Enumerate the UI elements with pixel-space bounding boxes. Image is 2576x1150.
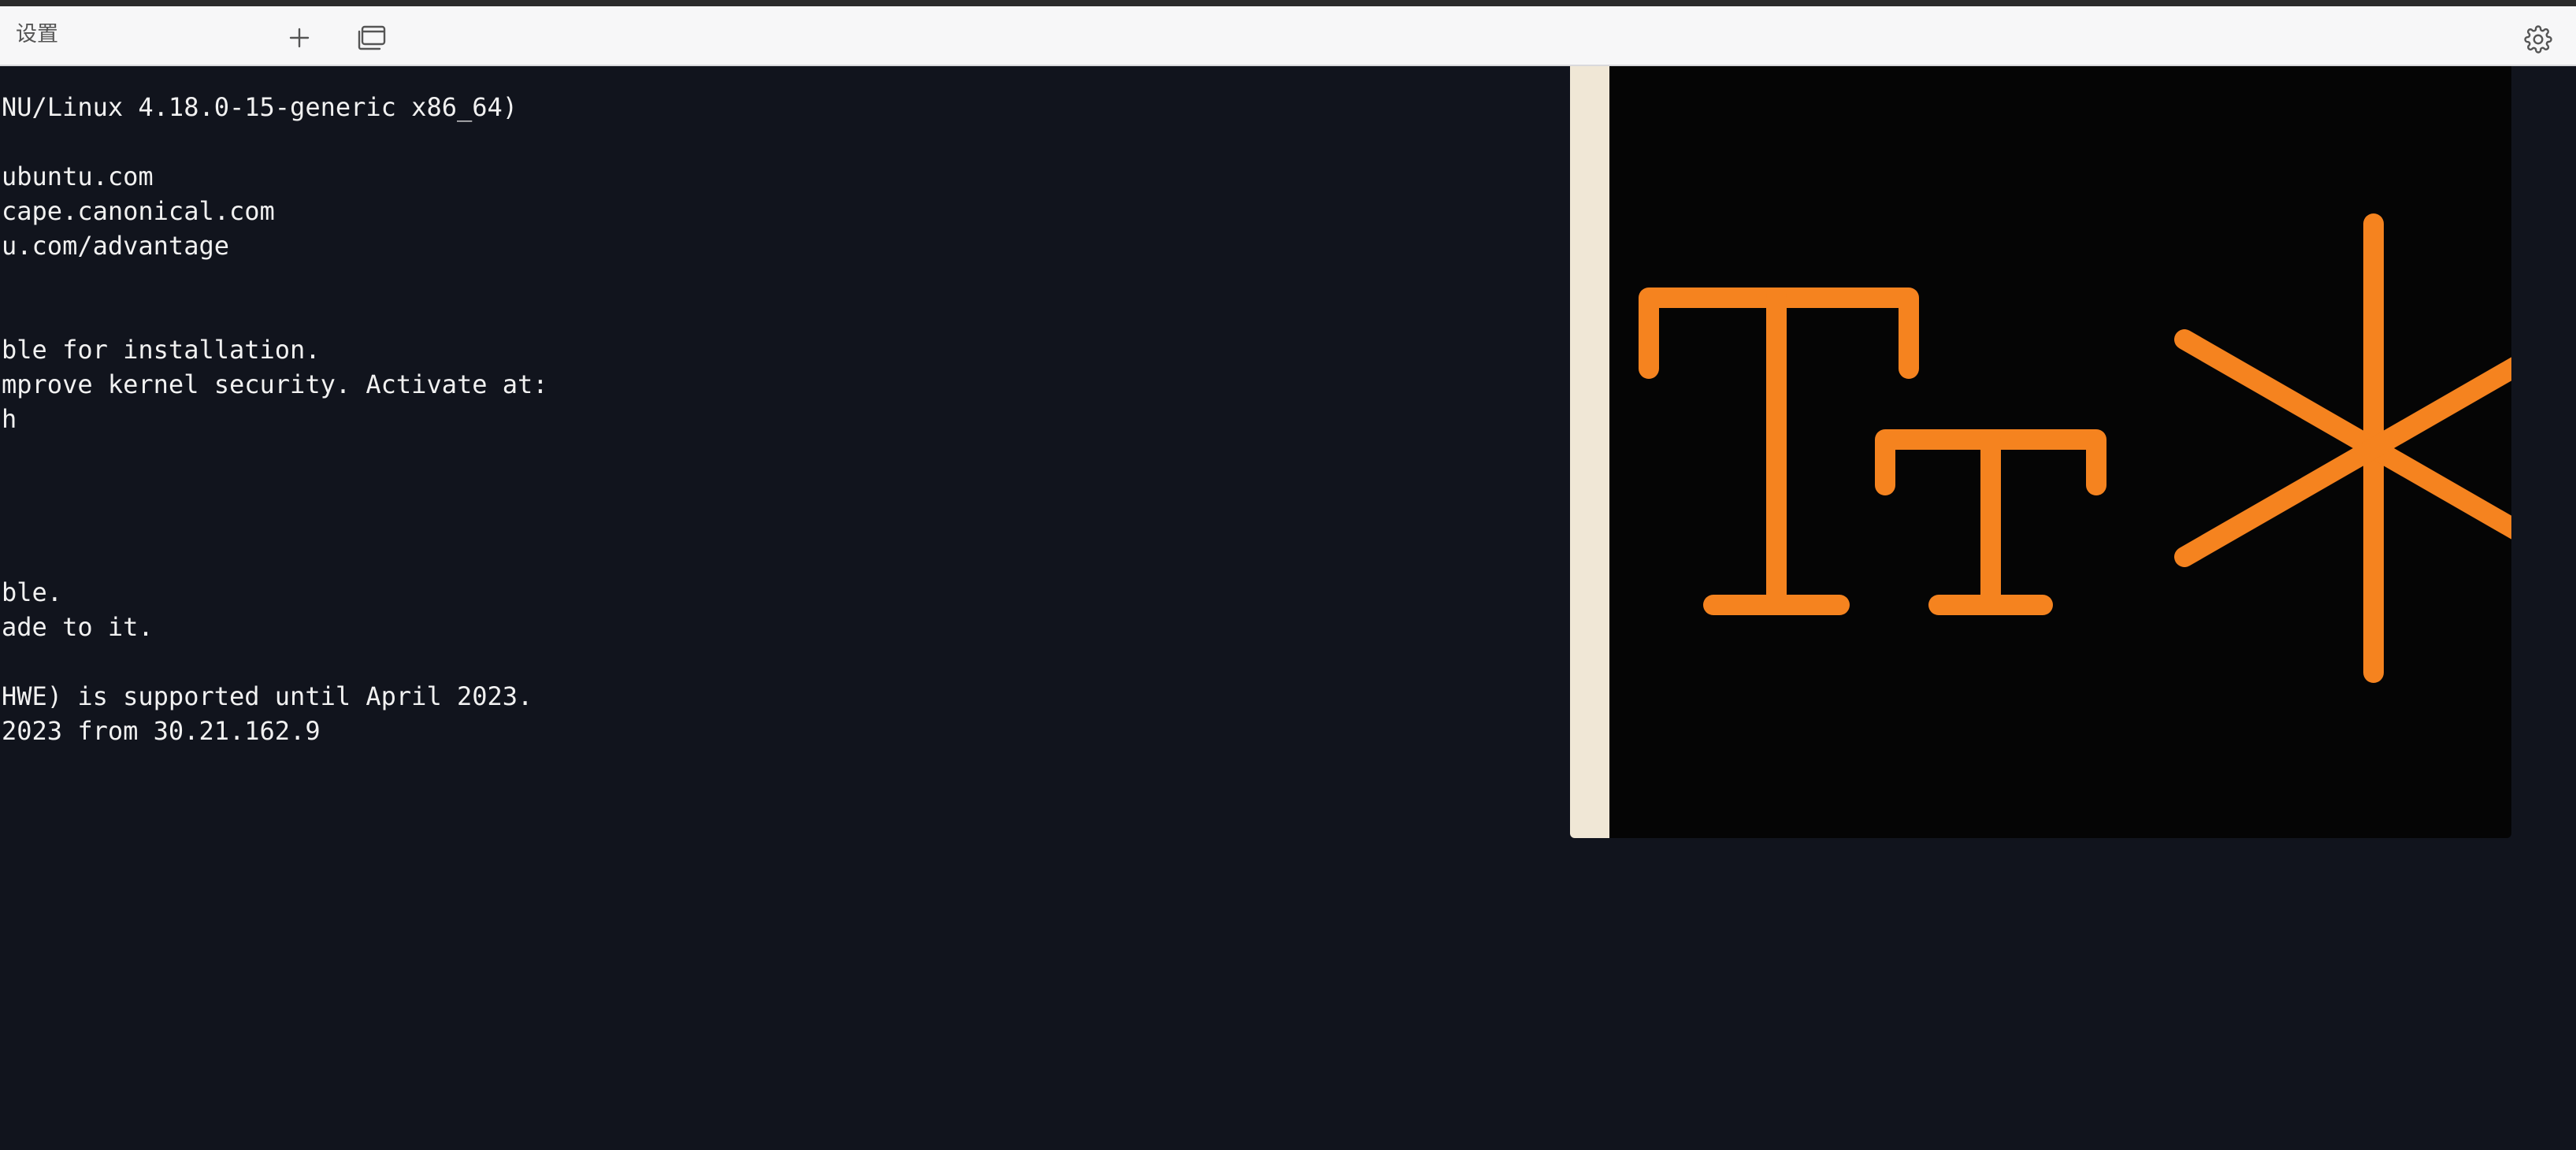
terminal-line: mprove kernel security. Activate at: <box>2 369 548 399</box>
terminal-line: HWE) is supported until April 2023. <box>2 681 533 711</box>
gear-icon <box>2524 25 2552 54</box>
font-size-icon <box>1639 213 2511 683</box>
terminal-line: 2023 from 30.21.162.9 <box>2 716 321 746</box>
terminal-line: h <box>2 404 17 434</box>
terminal-line: ade to it. <box>2 612 154 642</box>
settings-button[interactable] <box>2521 24 2556 55</box>
terminal-line: ble for installation. <box>2 335 321 365</box>
terminal-line: NU/Linux 4.18.0-15-generic x86_64) <box>2 92 518 122</box>
terminal-line: u.com/advantage <box>2 231 229 261</box>
windows-button[interactable] <box>353 22 391 54</box>
tab-bar: 设置 <box>0 6 2576 66</box>
terminal-line: ble. <box>2 577 63 607</box>
terminal-line: cape.canonical.com <box>2 196 275 226</box>
font-size-preview-panel <box>1570 66 2511 838</box>
window-top-edge <box>0 0 2576 6</box>
windows-icon <box>358 25 386 50</box>
terminal-line: ubuntu.com <box>2 161 154 191</box>
new-tab-button[interactable] <box>282 22 317 54</box>
plus-icon <box>289 28 310 48</box>
tab-title[interactable]: 设置 <box>16 22 58 47</box>
